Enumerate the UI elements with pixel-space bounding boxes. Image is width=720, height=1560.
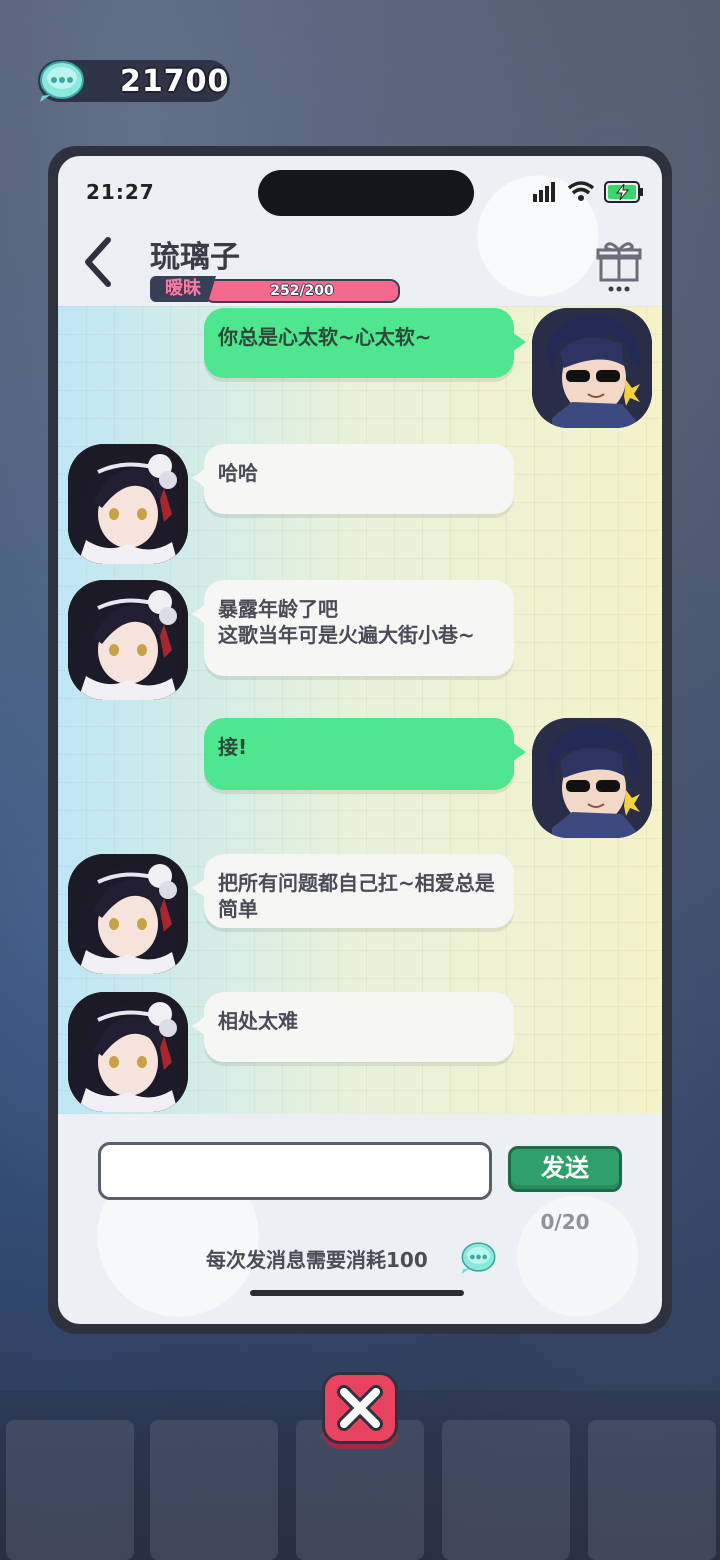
signal-icon	[533, 182, 555, 202]
affection-label: 暧昧	[150, 276, 216, 302]
contact-avatar[interactable]	[68, 992, 188, 1112]
chat-coin-icon	[40, 61, 84, 102]
contact-avatar[interactable]	[68, 444, 188, 564]
phone-frame: 21:27 琉璃子 暧昧 252/200 你总是心太软~心太软~ 哈哈 暴露年龄…	[48, 146, 672, 1334]
battery-charging-icon	[604, 181, 643, 203]
message-bubble: 暴露年龄了吧 这歌当年可是火遍大街小巷~	[192, 580, 514, 676]
message-bubble: 相处太难	[192, 992, 514, 1062]
message-bubble: 哈哈	[192, 444, 514, 514]
contact-name: 琉璃子	[150, 240, 240, 275]
char-count: 0/20	[540, 1210, 590, 1234]
currency-value: 21700	[120, 64, 230, 99]
phone-screen: 21:27 琉璃子 暧昧 252/200 你总是心太软~心太软~ 哈哈 暴露年龄…	[58, 156, 662, 1324]
close-button[interactable]	[322, 1372, 398, 1444]
send-button[interactable]: 发送	[508, 1146, 622, 1192]
player-avatar[interactable]	[532, 308, 652, 428]
message-bubble: 接!	[204, 718, 526, 790]
cost-note: 每次发消息需要消耗100	[206, 1248, 428, 1272]
close-icon	[337, 1385, 383, 1431]
back-arrow-icon[interactable]	[78, 234, 118, 290]
gift-icon[interactable]	[596, 240, 642, 294]
contact-avatar[interactable]	[68, 580, 188, 700]
affection-bar: 暧昧 252/200	[150, 276, 408, 303]
message-bubble: 你总是心太软~心太软~	[204, 308, 526, 378]
affection-value: 252/200	[270, 283, 334, 299]
player-avatar[interactable]	[532, 718, 652, 838]
wifi-icon	[567, 181, 595, 201]
message-bubble: 把所有问题都自己扛~相爱总是简单	[192, 854, 514, 928]
chat-coin-icon	[461, 1242, 496, 1274]
message-input[interactable]	[98, 1142, 492, 1200]
chat-message-list[interactable]: 你总是心太软~心太软~ 哈哈 暴露年龄了吧 这歌当年可是火遍大街小巷~ 接! 把…	[58, 306, 662, 1114]
contact-avatar[interactable]	[68, 854, 188, 974]
home-indicator	[250, 1290, 464, 1296]
phone-notch	[258, 170, 474, 216]
status-time: 21:27	[86, 180, 155, 204]
